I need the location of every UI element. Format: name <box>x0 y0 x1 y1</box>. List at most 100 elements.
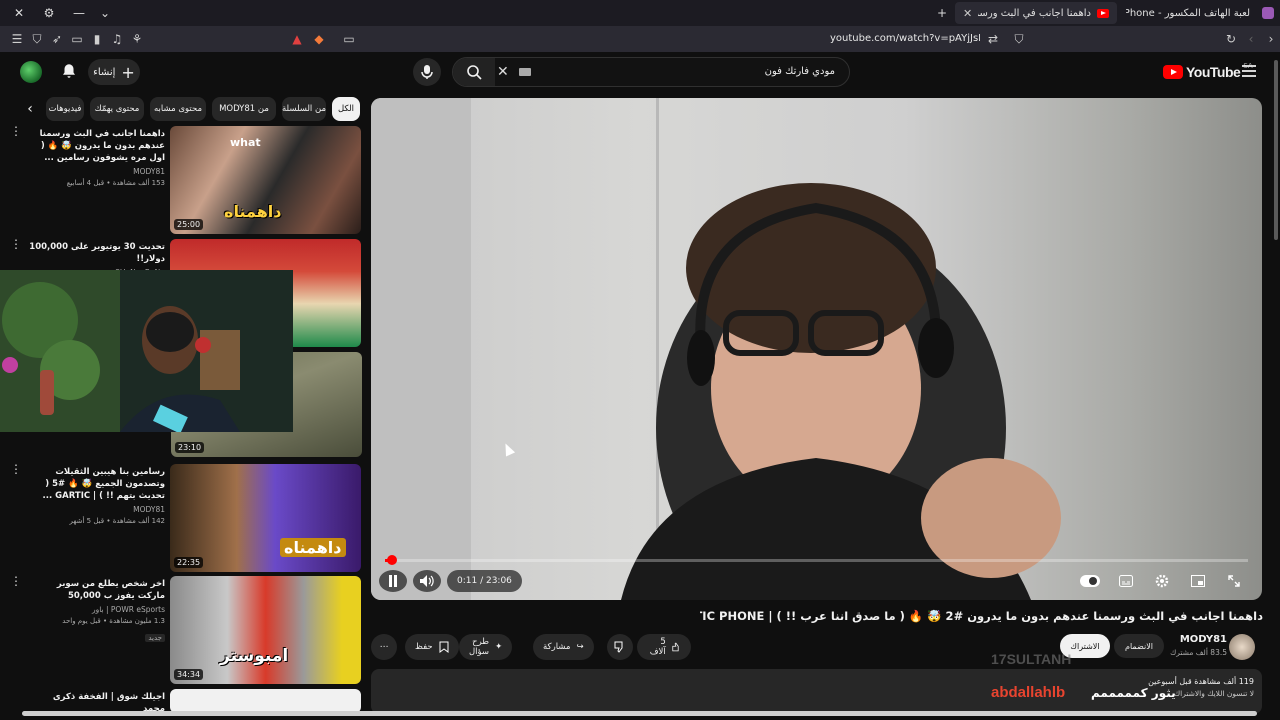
share-button[interactable]: ↪ مشاركة <box>533 634 594 660</box>
description-box[interactable]: 17SULTANH 119 ألف مشاهدة قبل أسبوعين لا … <box>371 651 1262 714</box>
channel-avatar[interactable] <box>1229 634 1255 660</box>
chip-series[interactable]: من السلسلة <box>282 97 326 121</box>
more-actions-icon[interactable]: ⋮ <box>10 463 22 475</box>
like-button[interactable]: 5 آلاف <box>637 634 692 660</box>
ask-button[interactable]: ✦ طرح سؤال <box>459 634 513 660</box>
save-button[interactable]: حفظ <box>405 634 459 660</box>
mic-icon <box>421 65 433 79</box>
new-tab-button[interactable]: + <box>927 0 957 26</box>
recommendation-item[interactable]: امبوستر 34:34 ⋮ اخر شخص يطلع من سوبر مار… <box>10 575 365 684</box>
miniplayer-icon <box>1191 575 1205 587</box>
description-text: لا تنسون اللايك والاشتراك <box>1173 689 1254 698</box>
scrubber-handle[interactable] <box>386 555 397 565</box>
chip-videos[interactable]: فيديوهات <box>46 97 84 121</box>
view-count: 142 ألف مشاهدة • قبل 5 أشهر <box>69 517 165 525</box>
join-button[interactable]: الانضمام <box>1114 634 1164 658</box>
create-label: إنشاء <box>93 66 116 78</box>
video-thumbnail[interactable] <box>170 689 361 713</box>
rocket-icon[interactable]: ➶ <box>48 30 66 48</box>
pause-icon <box>389 575 397 587</box>
volume-icon <box>420 575 434 587</box>
thumb-caption: داهمناه <box>224 202 282 221</box>
horizontal-scrollbar[interactable] <box>22 711 1257 716</box>
vertical-scrollbar[interactable] <box>1274 60 1278 240</box>
progress-bar[interactable] <box>385 555 1248 565</box>
thumbs-up-icon <box>672 642 679 652</box>
thumb-caption: امبوستر <box>220 646 289 666</box>
bookmark-icon[interactable]: ⛉ <box>1010 30 1028 48</box>
chip-similar[interactable]: محتوى مشابه <box>150 97 206 121</box>
time-display: 0:11 / 23:06 <box>447 570 522 592</box>
thumbs-down-icon <box>614 641 623 653</box>
channel-row: الاشتراك الانضمام MODY81 83.5 ألف مشترك <box>1060 632 1265 662</box>
stream-watermark: 17SULTANH <box>991 651 1072 667</box>
pause-button[interactable] <box>379 570 407 592</box>
search-input[interactable]: مودي فارتك فون <box>765 66 835 77</box>
guide-menu-icon[interactable] <box>1242 65 1256 77</box>
video-title: رسامين بنا هيبين الثقيلات وتصدمون الجميع… <box>42 467 165 501</box>
expand-icon <box>1228 575 1240 587</box>
save-label: حفظ <box>415 642 433 652</box>
more-actions-icon[interactable]: ⋮ <box>10 238 22 250</box>
video-player[interactable]: 0:11 / 23:06 <box>371 98 1262 600</box>
subscriber-count: 83.5 ألف مشترك <box>1170 648 1227 657</box>
close-window-icon[interactable]: ✕ <box>4 0 34 26</box>
reload-icon[interactable]: ↻ <box>1222 30 1240 48</box>
chip-interest[interactable]: محتوى يهمّك <box>90 97 144 121</box>
screen-icon[interactable]: ▭ <box>340 30 358 48</box>
voice-search-button[interactable] <box>413 58 441 86</box>
youtube-logo[interactable]: YouTube SA <box>1163 62 1253 80</box>
view-count: 153 ألف مشاهدة • قبل 4 أسابيع <box>66 179 165 187</box>
music-icon[interactable]: ♫ <box>108 30 126 48</box>
triangle-extension-icon[interactable]: ▲ <box>288 30 306 48</box>
volume-button[interactable] <box>413 570 441 592</box>
settings-button[interactable] <box>1148 570 1176 592</box>
autoplay-toggle[interactable] <box>1076 570 1104 592</box>
keyboard-icon[interactable] <box>519 68 531 76</box>
forward-icon[interactable]: › <box>1262 30 1280 48</box>
clear-search-icon[interactable]: ✕ <box>497 64 509 80</box>
gear-icon <box>1155 574 1169 588</box>
brave-shield-icon[interactable]: ◆ <box>310 30 328 48</box>
dislike-button[interactable] <box>607 634 633 660</box>
close-tab-icon[interactable]: ✕ <box>963 7 972 20</box>
settings-icon[interactable]: ⚙ <box>34 0 64 26</box>
subtitles-button[interactable] <box>1112 570 1140 592</box>
video-meta: داهمنا اجانب في البث ورسمنا عندهم بدون م… <box>28 128 165 187</box>
logo-text: YouTube <box>1186 64 1241 80</box>
more-actions-icon[interactable]: ⋮ <box>10 125 22 137</box>
browser-tab-bar: ✕ ⚙ — ⌄ + ✕ داهمنا اجانب في البث ورسمنا … <box>0 0 1280 26</box>
recommendation-item[interactable]: اجيلك شوق | الفخفة ذكرى محمد <box>10 689 365 714</box>
extensions-icon[interactable]: ⚘ <box>128 30 146 48</box>
notifications-bell-icon[interactable] <box>60 62 78 80</box>
more-button[interactable]: ⋯ <box>371 634 397 660</box>
streamer-webcam-overlay <box>0 270 293 432</box>
fullscreen-button[interactable] <box>1220 570 1248 592</box>
chip-from-channel[interactable]: من MODY81 <box>212 97 276 121</box>
url-field[interactable]: youtube.com/watch?v=pAYjJsRby_Q <box>830 33 980 44</box>
channel-name[interactable]: MODY81 <box>1180 634 1227 645</box>
recommendation-item[interactable]: داهمناه 22:35 ⋮ رسامين بنا هيبين الثقيلا… <box>10 463 365 572</box>
search-box: ✕ مودي فارتك فون <box>452 57 850 87</box>
miniplayer-button[interactable] <box>1184 570 1212 592</box>
video-thumbnail[interactable]: امبوستر 34:34 <box>170 576 361 684</box>
chevron-left-icon[interactable]: ‹ <box>20 97 40 121</box>
search-button[interactable] <box>453 58 495 86</box>
shield-icon[interactable]: ⛉ <box>28 30 46 48</box>
back-icon[interactable]: ‹ <box>1242 30 1260 48</box>
recommendation-item[interactable]: what داهمناه 25:00 ⋮ داهمنا اجانب في الب… <box>10 125 365 234</box>
video-thumbnail[interactable]: داهمناه 22:35 <box>170 464 361 572</box>
sidebar-menu-icon[interactable]: ☰ <box>8 30 26 48</box>
view-count: 1.3 مليون مشاهدة • قبل يوم واحد <box>62 617 165 625</box>
chip-all[interactable]: الكل <box>332 97 360 121</box>
permissions-icon[interactable]: ⇄ <box>984 30 1002 48</box>
tab-gartic[interactable]: لعبة الهاتف المكسور - Gartic Phone <box>1118 2 1258 24</box>
more-actions-icon[interactable]: ⋮ <box>10 575 22 587</box>
video-thumbnail[interactable]: what داهمناه 25:00 <box>170 126 361 234</box>
chevron-down-icon[interactable]: ⌄ <box>90 0 120 26</box>
account-avatar[interactable] <box>20 61 42 83</box>
reader-icon[interactable]: ▮ <box>88 30 106 48</box>
create-button[interactable]: إنشاء + <box>88 59 140 85</box>
tab-youtube[interactable]: ✕ داهمنا اجانب في البث ورسمنا ع <box>955 2 1117 24</box>
tabs-icon[interactable]: ▭ <box>68 30 86 48</box>
